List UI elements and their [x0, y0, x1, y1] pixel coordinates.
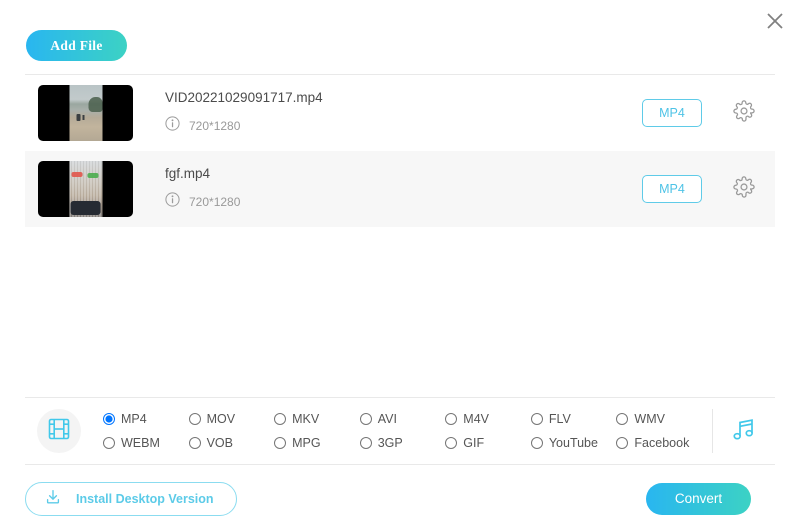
format-option-gif[interactable]: GIF [445, 436, 531, 450]
format-radio[interactable] [274, 437, 286, 449]
output-format-badge[interactable]: MP4 [642, 99, 702, 127]
file-list: VID20221029091717.mp4 720*1280 MP4 [0, 75, 800, 397]
format-option-webm[interactable]: WEBM [103, 436, 189, 450]
settings-button[interactable] [727, 172, 761, 206]
format-label: YouTube [549, 436, 598, 450]
format-option-avi[interactable]: AVI [360, 412, 446, 426]
format-radio[interactable] [360, 413, 372, 425]
format-radio[interactable] [274, 413, 286, 425]
format-option-mkv[interactable]: MKV [274, 412, 360, 426]
format-option-mp4[interactable]: MP4 [103, 412, 189, 426]
format-label: VOB [207, 436, 233, 450]
video-thumbnail[interactable] [38, 85, 133, 141]
file-list-item[interactable]: fgf.mp4 720*1280 MP4 [25, 151, 775, 227]
install-desktop-version-button[interactable]: Install Desktop Version [25, 482, 237, 516]
gear-icon [733, 100, 755, 127]
format-label: GIF [463, 436, 484, 450]
format-radio[interactable] [360, 437, 372, 449]
format-radio[interactable] [616, 413, 628, 425]
format-label: MKV [292, 412, 319, 426]
format-option-mov[interactable]: MOV [189, 412, 275, 426]
music-note-icon [729, 414, 759, 449]
format-label: AVI [378, 412, 397, 426]
download-icon [44, 488, 62, 509]
file-resolution-row: 720*1280 [165, 116, 642, 136]
gear-icon [733, 176, 755, 203]
close-button[interactable] [760, 6, 790, 36]
add-file-button[interactable]: Add File [26, 30, 127, 61]
format-label: Facebook [634, 436, 689, 450]
file-resolution: 720*1280 [189, 119, 240, 133]
format-option-youtube[interactable]: YouTube [531, 436, 617, 450]
format-label: WMV [634, 412, 665, 426]
settings-button[interactable] [727, 96, 761, 130]
format-radio[interactable] [189, 413, 201, 425]
format-selector: MP4 MOV MKV AVI M4V FLV WMV WEBM VOB MPG… [25, 398, 775, 464]
format-label: FLV [549, 412, 571, 426]
close-icon [766, 12, 784, 30]
output-format-badge[interactable]: MP4 [642, 175, 702, 203]
format-radio[interactable] [531, 437, 543, 449]
file-list-item[interactable]: VID20221029091717.mp4 720*1280 MP4 [25, 75, 775, 151]
format-label: MPG [292, 436, 320, 450]
format-radio[interactable] [189, 437, 201, 449]
info-icon[interactable] [165, 192, 180, 212]
file-name: fgf.mp4 [165, 166, 642, 181]
video-converter-window: Add File VID20221029091717.mp4 720*1280 [0, 0, 800, 529]
format-radio[interactable] [616, 437, 628, 449]
format-option-mpg[interactable]: MPG [274, 436, 360, 450]
format-radio[interactable] [531, 413, 543, 425]
format-label: WEBM [121, 436, 160, 450]
format-radio[interactable] [445, 413, 457, 425]
format-label: M4V [463, 412, 489, 426]
video-formats-tab[interactable] [37, 409, 81, 453]
format-option-3gp[interactable]: 3GP [360, 436, 446, 450]
file-info: VID20221029091717.mp4 720*1280 [133, 90, 642, 136]
format-radio[interactable] [103, 413, 115, 425]
file-info: fgf.mp4 720*1280 [133, 166, 642, 212]
format-label: MOV [207, 412, 235, 426]
footer-bar: Install Desktop Version Convert [0, 465, 800, 532]
format-option-facebook[interactable]: Facebook [616, 436, 702, 450]
film-strip-icon [46, 416, 72, 447]
format-label: MP4 [121, 412, 147, 426]
format-options: MP4 MOV MKV AVI M4V FLV WMV WEBM VOB MPG… [81, 407, 712, 455]
file-resolution-row: 720*1280 [165, 192, 642, 212]
format-option-wmv[interactable]: WMV [616, 412, 702, 426]
file-resolution: 720*1280 [189, 195, 240, 209]
install-label: Install Desktop Version [76, 492, 214, 506]
convert-button[interactable]: Convert [646, 483, 751, 515]
format-radio[interactable] [445, 437, 457, 449]
format-option-m4v[interactable]: M4V [445, 412, 531, 426]
audio-formats-tab[interactable] [713, 414, 775, 449]
video-thumbnail[interactable] [38, 161, 133, 217]
format-label: 3GP [378, 436, 403, 450]
info-icon[interactable] [165, 116, 180, 136]
format-option-flv[interactable]: FLV [531, 412, 617, 426]
file-name: VID20221029091717.mp4 [165, 90, 642, 105]
format-option-vob[interactable]: VOB [189, 436, 275, 450]
format-radio[interactable] [103, 437, 115, 449]
toolbar: Add File [0, 0, 800, 62]
